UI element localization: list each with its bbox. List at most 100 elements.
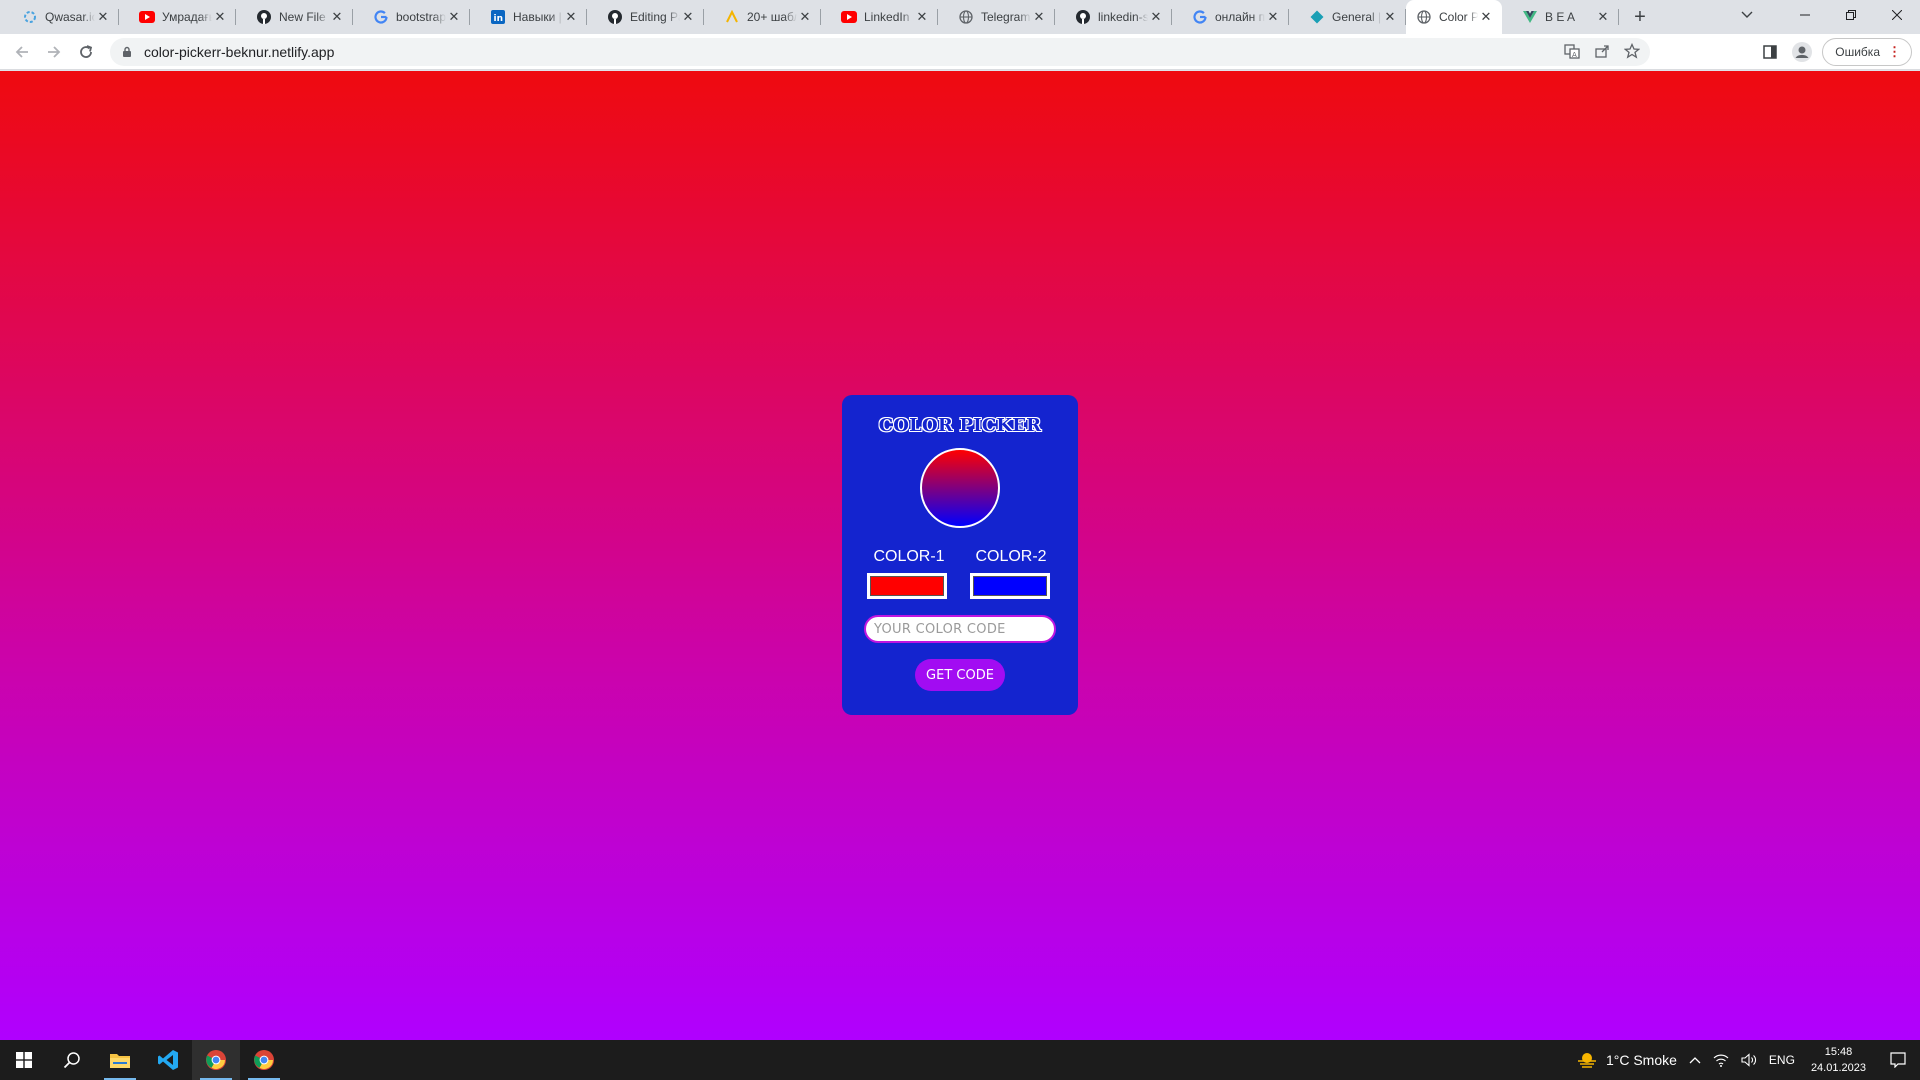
profile-avatar-button[interactable] [1790,40,1814,64]
speaker-icon [1741,1053,1756,1067]
weather-widget[interactable]: 1°C Smoke [1570,1040,1683,1080]
browser-tab[interactable]: linkedin-s ✕ [1055,0,1172,34]
browser-tab[interactable]: B E A ✕ [1502,0,1619,34]
tab-title: New File [279,10,326,24]
window-controls [1782,0,1920,30]
folder-icon [110,1054,130,1068]
tab-close-button[interactable]: ✕ [1382,9,1398,25]
search-button[interactable] [48,1040,96,1080]
browser-tab[interactable]: General | ✕ [1289,0,1406,34]
browser-tab[interactable]: Telegram ✕ [938,0,1055,34]
vscode-button[interactable] [144,1040,192,1080]
chrome-button[interactable] [192,1040,240,1080]
reload-button[interactable] [70,38,102,66]
address-bar[interactable]: color-pickerr-beknur.netlify.app A [110,38,1650,66]
gradient-preview-circle [920,448,1000,528]
restore-button[interactable] [1828,0,1874,30]
browser-tab[interactable]: New File ✕ [236,0,353,34]
browser-tab[interactable]: in Навыки | ✕ [470,0,587,34]
more-menu-icon: ⋮ [1888,44,1901,59]
search-icon [63,1052,80,1069]
tab-close-button[interactable]: ✕ [797,9,813,25]
tab-title: bootstrap [396,10,446,24]
vscode-icon [158,1050,178,1070]
tab-close-button[interactable]: ✕ [1148,9,1164,25]
svg-text:A: A [1572,51,1577,59]
tab-close-button[interactable]: ✕ [1265,9,1281,25]
network-button[interactable] [1707,1040,1735,1080]
profile-error-button[interactable]: Ошибка ⋮ [1822,38,1912,66]
share-icon[interactable] [1594,43,1610,62]
tab-close-button[interactable]: ✕ [1478,9,1494,25]
browser-tab[interactable]: bootstrap ✕ [353,0,470,34]
omnibox-actions: A [1564,38,1641,66]
tab-close-button[interactable]: ✕ [680,9,696,25]
tab-active[interactable]: Color Pick✕ [1406,0,1502,34]
chrome-profile-button[interactable] [240,1040,288,1080]
file-explorer-button[interactable] [96,1040,144,1080]
volume-button[interactable] [1735,1040,1763,1080]
minimize-button[interactable] [1782,0,1828,30]
notification-center-button[interactable] [1876,1040,1920,1080]
clock-time: 15:48 [1824,1046,1853,1058]
tab-close-button[interactable]: ✕ [329,9,345,25]
arrow-right-icon [48,45,61,58]
tab-close-button[interactable]: ✕ [212,9,228,25]
forward-button[interactable] [38,38,70,66]
google-icon [373,9,389,25]
back-button[interactable] [6,38,38,66]
tab-title: онлайн пі [1215,10,1265,24]
color-1-label: COLOR-1 [873,548,945,565]
browser-tab[interactable]: LinkedIn I ✕ [821,0,938,34]
browser-tab[interactable]: онлайн пі ✕ [1172,0,1289,34]
new-tab-button[interactable]: + [1623,0,1657,34]
chevron-down-icon [1741,11,1753,18]
show-hidden-icons-button[interactable] [1683,1040,1707,1080]
tab-close-button[interactable]: ✕ [914,9,930,25]
side-panel-button[interactable] [1758,40,1782,64]
clock[interactable]: 15:48 24.01.2023 [1801,1044,1876,1076]
bookmark-star-icon[interactable] [1623,42,1641,62]
side-panel-icon [1763,45,1778,59]
tab-title: Qwasar.io [45,10,95,24]
close-window-button[interactable] [1874,0,1920,30]
color-code-input[interactable] [864,615,1056,643]
github-icon [607,9,623,25]
color-1-picker[interactable] [867,573,947,599]
browser-tab[interactable]: Умрадағы ✕ [119,0,236,34]
chrome-icon [206,1050,226,1070]
tab-close-button[interactable]: ✕ [1031,9,1047,25]
linkedin-icon: in [490,9,506,25]
tab-title: General | [1332,10,1382,24]
restore-icon [1846,10,1856,20]
tab-title: B E A [1545,10,1576,24]
tab-close-button[interactable]: ✕ [563,9,579,25]
language-indicator[interactable]: ENG [1763,1040,1801,1080]
github-icon [1075,9,1091,25]
color-2-picker[interactable] [970,573,1050,599]
tab-title: Навыки | [513,10,562,24]
get-code-button[interactable]: GET CODE [915,659,1005,691]
windows-taskbar: 1°C Smoke ENG 15:48 24.01.2023 [0,1040,1920,1080]
lock-icon[interactable] [120,45,134,59]
tab-close-button[interactable]: ✕ [1595,9,1611,25]
tab-close-button[interactable]: ✕ [95,9,111,25]
tab-close-button[interactable]: ✕ [446,9,462,25]
browser-tab[interactable]: Qwasar.io ✕ [2,0,119,34]
tab-title: Умрадағы [162,10,212,24]
github-icon [256,9,272,25]
google-icon [1192,9,1208,25]
reload-icon [80,44,93,58]
tab-title: Telegram [981,10,1031,24]
browser-tab[interactable]: 20+ шабл ✕ [704,0,821,34]
start-button[interactable] [0,1040,48,1080]
toolbar-right: Ошибка ⋮ [1758,38,1912,66]
tab-search-button[interactable] [1724,0,1770,30]
chrome-icon [254,1050,274,1070]
color-picker-card: COLOR PICKER COLOR-1 COLOR-2 GET CODE [842,395,1078,715]
browser-tab[interactable]: Editing Pa ✕ [587,0,704,34]
chevron-up-icon [1689,1057,1701,1064]
notification-icon [1890,1052,1906,1068]
tab-title: Color Pick [1439,10,1478,24]
translate-icon[interactable]: A [1564,43,1580,62]
